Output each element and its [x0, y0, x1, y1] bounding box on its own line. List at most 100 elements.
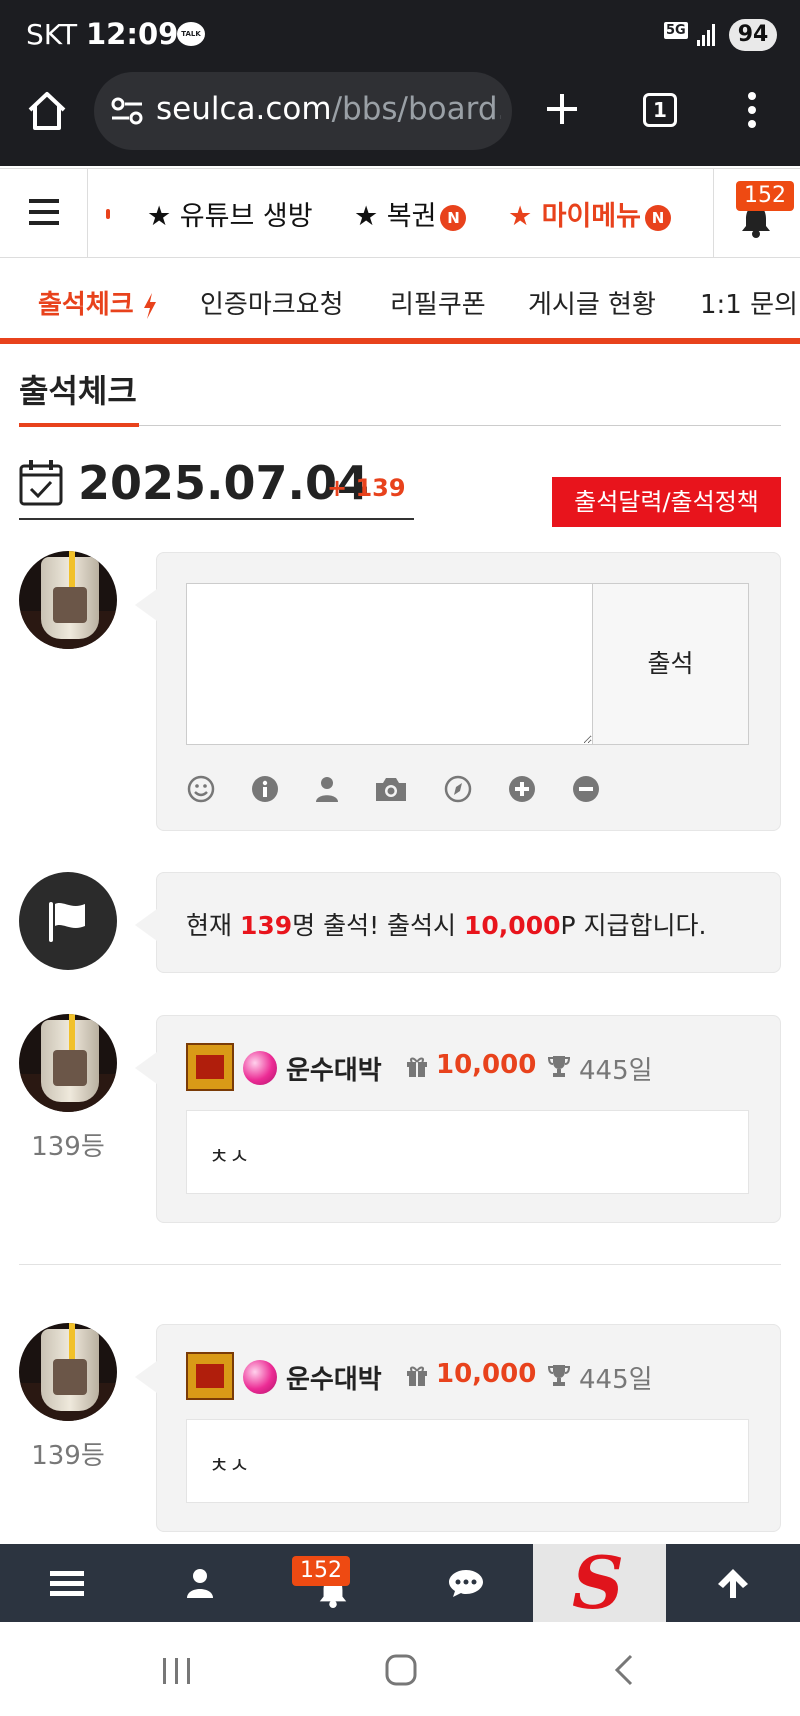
- notification-count-badge: 152: [736, 181, 794, 211]
- scroll-indicator: [106, 209, 110, 219]
- status-bar: SKT 12:09 TALK 5G 94: [0, 0, 800, 70]
- avatar-photo: [53, 1050, 87, 1086]
- tabs-underline: [0, 338, 800, 344]
- entry-points: 10,000: [436, 1050, 537, 1080]
- avatar: [19, 1323, 117, 1421]
- nav-item-lottery[interactable]: ★ 복권 N: [354, 194, 467, 233]
- trophy-icon: [547, 1365, 571, 1386]
- arrow-up-icon: [718, 1569, 748, 1598]
- entry-days: 445일: [579, 1056, 653, 1086]
- address-bar[interactable]: seulca.com/bbs/board.p: [94, 72, 512, 150]
- date-underline: [19, 518, 414, 520]
- gift-icon: [407, 1057, 427, 1077]
- tab-badge-request[interactable]: 인증마크요청: [200, 284, 344, 321]
- recent-apps-icon[interactable]: [157, 1650, 197, 1690]
- tab-post-status[interactable]: 게시글 현황: [528, 284, 656, 321]
- bottom-notifications-button[interactable]: 152: [266, 1544, 399, 1622]
- network-5g-icon: 5G: [664, 22, 688, 39]
- notice-text: 현재 139명 출석! 출석시 10,000P 지급합니다.: [186, 906, 706, 942]
- url-text: seulca.com/bbs/board.p: [156, 91, 501, 127]
- entry-username[interactable]: 운수대박: [286, 1050, 382, 1087]
- tab-inquiry[interactable]: 1:1 문의: [700, 284, 798, 321]
- notification-count-badge: 152: [292, 1556, 350, 1586]
- entry-divider: [19, 1264, 781, 1265]
- nav-item-mymenu[interactable]: ★ 마이메뉴 N: [508, 194, 671, 233]
- bottom-toolbar: 152 S: [0, 1544, 800, 1622]
- comment-textarea[interactable]: [186, 583, 593, 745]
- scroll-top-button[interactable]: [666, 1544, 800, 1622]
- new-badge: N: [440, 204, 467, 231]
- entry-comment-box: ㅊㅅ: [186, 1110, 749, 1194]
- compass-icon[interactable]: [444, 775, 472, 803]
- system-nav-bar: [0, 1622, 800, 1716]
- bottom-menu-button[interactable]: [0, 1544, 133, 1622]
- site-settings-icon[interactable]: [110, 96, 144, 126]
- entry-rank: 139등: [31, 1132, 105, 1162]
- tab-attendance[interactable]: 출석체크: [38, 284, 157, 321]
- notifications-button[interactable]: 152: [713, 169, 800, 257]
- menu-button[interactable]: [0, 169, 88, 257]
- entry-comment: ㅊㅅ: [209, 1145, 250, 1170]
- trophy-icon: [547, 1056, 571, 1077]
- flag-avatar: [19, 872, 117, 970]
- bottom-chat-button[interactable]: [399, 1544, 532, 1622]
- entry-comment-box: ㅊㅅ: [186, 1419, 749, 1503]
- entry-rank: 139등: [31, 1441, 105, 1471]
- nav-item-label: ★ 복권: [354, 201, 437, 232]
- bottom-user-button[interactable]: [133, 1544, 266, 1622]
- attendance-plus-count: + 139: [327, 474, 406, 502]
- menu-bar: [29, 210, 59, 214]
- chat-icon: [448, 1570, 483, 1597]
- nav-item-label: ★ 마이메뉴: [508, 201, 641, 232]
- carrier-label: SKT: [26, 18, 78, 51]
- menu-bar: [29, 221, 59, 225]
- home-nav-icon[interactable]: [381, 1650, 421, 1690]
- avatar-photo: [53, 1359, 87, 1395]
- kakaotalk-icon: TALK: [177, 22, 205, 46]
- minus-circle-icon[interactable]: [572, 775, 600, 803]
- tab-label: 출석체크: [38, 290, 134, 320]
- avatar: [19, 551, 117, 649]
- home-icon[interactable]: [24, 88, 70, 134]
- back-icon[interactable]: [605, 1650, 645, 1690]
- entry-username[interactable]: 운수대박: [286, 1359, 382, 1396]
- camera-icon[interactable]: [374, 775, 408, 803]
- info-icon[interactable]: [251, 775, 279, 803]
- sub-tabs: 출석체크 인증마크요청 리필쿠폰 게시글 현황 1:1 문의: [0, 258, 800, 344]
- avatar-photo: [53, 587, 87, 623]
- entry-comment: ㅊㅅ: [209, 1454, 250, 1479]
- flag-icon: [49, 902, 85, 942]
- attendance-policy-button[interactable]: 출석달력/출석정책: [552, 477, 781, 527]
- tab-switcher-button[interactable]: 1: [643, 93, 677, 127]
- site-nav: ★ 유튜브 생방 ★ 복권 N ★ 마이메뉴 N 152: [0, 168, 800, 258]
- attend-button[interactable]: 출석: [593, 583, 749, 745]
- site-logo[interactable]: S: [533, 1544, 666, 1622]
- entry-days: 445일: [579, 1365, 653, 1395]
- clock: 12:09: [86, 17, 179, 51]
- level-icon: [186, 1352, 234, 1400]
- user-icon: [186, 1569, 213, 1598]
- emoji-icon[interactable]: [187, 775, 215, 803]
- level-icon-mark: [196, 1055, 224, 1079]
- notice-part: P 지급합니다.: [560, 911, 707, 940]
- nav-item-youtube-live[interactable]: ★ 유튜브 생방: [147, 194, 313, 233]
- browser-toolbar: seulca.com/bbs/board.p 1: [0, 70, 800, 166]
- more-menu-icon[interactable]: [745, 90, 759, 130]
- battery-indicator: 94: [729, 19, 777, 51]
- attendance-date: 2025.07.04: [78, 456, 370, 510]
- level-icon-mark: [196, 1364, 224, 1388]
- page-title: 출석체크: [19, 372, 137, 410]
- gift-icon: [407, 1366, 427, 1386]
- logo-letter: S: [572, 1540, 624, 1625]
- new-tab-icon[interactable]: [541, 86, 583, 132]
- plus-circle-icon[interactable]: [508, 775, 536, 803]
- entry-points: 10,000: [436, 1359, 537, 1389]
- reward-points: 10,000: [464, 911, 561, 940]
- url-path: /bbs/board.p: [331, 91, 501, 127]
- level-icon: [186, 1043, 234, 1091]
- user-icon[interactable]: [313, 775, 341, 803]
- calendar-icon: [19, 460, 63, 506]
- attendee-count: 139: [239, 911, 293, 940]
- tab-refill-coupon[interactable]: 리필쿠폰: [390, 284, 486, 321]
- avatar-straw: [69, 1014, 75, 1054]
